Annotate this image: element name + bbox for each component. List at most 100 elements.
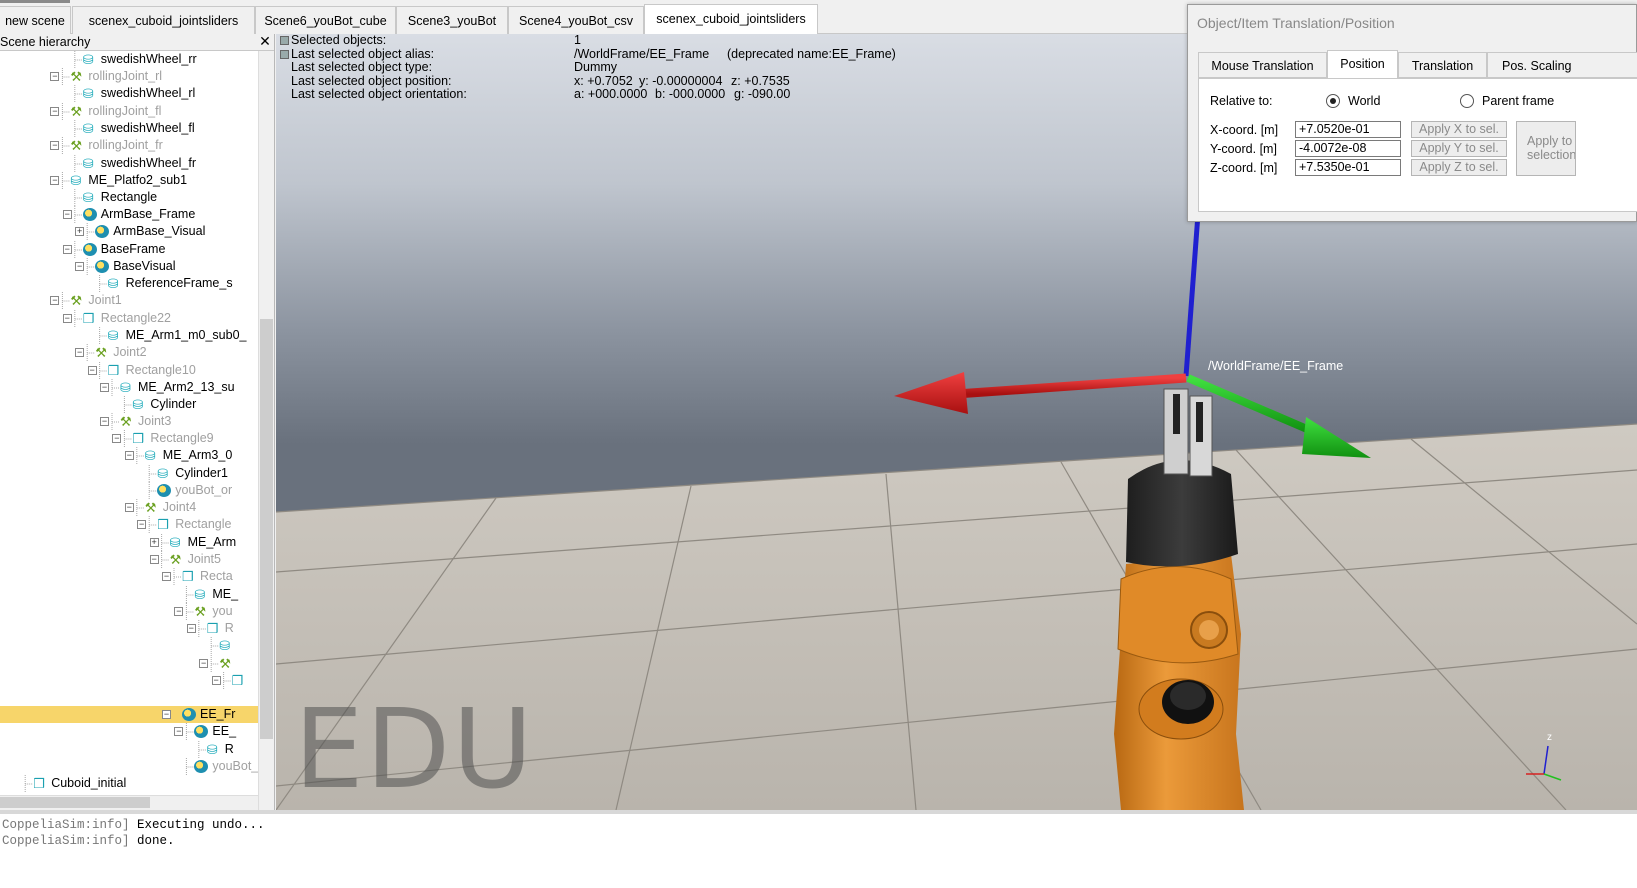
hierarchy-row[interactable]: ⛁ R [0, 741, 258, 758]
apply-to-selection-button[interactable]: Apply to selection [1516, 121, 1576, 176]
collapse-icon[interactable]: − [75, 262, 85, 271]
info-pos-z: z: +0.7535 [731, 73, 790, 88]
hierarchy-row[interactable]: − ⚒ Joint1 [0, 292, 258, 309]
radio-parent-frame[interactable] [1460, 94, 1474, 108]
apply-x-button[interactable]: Apply X to sel. [1411, 121, 1507, 138]
collapse-icon[interactable]: − [75, 348, 85, 357]
hierarchy-row[interactable]: − ⚒ rollingJoint_rl [0, 68, 258, 85]
hierarchy-row[interactable]: ❒ Cuboid_initial [0, 775, 258, 792]
apply-z-button[interactable]: Apply Z to sel. [1411, 159, 1507, 176]
tab-pos-scaling[interactable]: Pos. Scaling [1487, 52, 1637, 78]
joint-icon: ⚒ [70, 69, 83, 84]
hierarchy-row[interactable] [0, 689, 258, 706]
hierarchy-row[interactable]: − ❒ Recta [0, 568, 258, 585]
hierarchy-row[interactable]: ⛁ swedishWheel_rr [0, 51, 258, 68]
hierarchy-row[interactable]: + ⛁ ME_Arm [0, 534, 258, 551]
collapse-icon[interactable]: − [50, 296, 60, 305]
hierarchy-row[interactable]: − ❒ Rectangle [0, 516, 258, 533]
collapse-icon[interactable]: − [87, 366, 97, 375]
tab-new-scene[interactable]: new scene [0, 6, 71, 34]
hierarchy-row[interactable]: ⛁ swedishWheel_rl [0, 85, 258, 102]
collapse-icon[interactable]: − [199, 659, 209, 668]
collapse-icon[interactable]: − [62, 314, 72, 323]
hierarchy-row[interactable]: ⛁ swedishWheel_fr [0, 155, 258, 172]
hierarchy-row[interactable]: − ⚒ Joint4 [0, 499, 258, 516]
hierarchy-row[interactable]: − ⚒ [0, 655, 258, 672]
hierarchy-row[interactable]: ⛁ ME_Arm1_m0_sub0_ [0, 327, 258, 344]
collapse-icon[interactable]: − [211, 676, 221, 685]
collapse-icon[interactable]: − [137, 520, 147, 529]
hierarchy-row[interactable]: − ⚒ rollingJoint_fr [0, 137, 258, 154]
hierarchy-row[interactable]: ⛁ Rectangle [0, 189, 258, 206]
collapse-icon[interactable]: − [162, 572, 171, 581]
collapse-icon[interactable]: − [149, 555, 159, 564]
hierarchy-row[interactable]: ⛁ ME_ [0, 586, 258, 603]
collapse-icon[interactable]: − [162, 710, 171, 719]
dummy-icon [194, 760, 209, 773]
x-coord-field[interactable]: +7.0520e-01 [1295, 121, 1401, 138]
hierarchy-row[interactable]: − ⚒ Joint2 [0, 344, 258, 361]
z-coord-field[interactable]: +7.5350e-01 [1295, 159, 1401, 176]
hierarchy-horizontal-scroll-thumb[interactable] [0, 797, 150, 808]
hierarchy-row[interactable]: − ❒ Rectangle9 [0, 430, 258, 447]
collapse-icon[interactable]: − [174, 607, 184, 616]
hierarchy-row[interactable]: − ❒ Rectangle10 [0, 362, 258, 379]
collapse-icon[interactable]: − [62, 245, 72, 254]
hierarchy-row[interactable]: − ⛁ ME_Arm3_0 [0, 447, 258, 464]
tab-scene3-youbot[interactable]: Scene3_youBot [396, 6, 508, 34]
hierarchy-row-label: rollingJoint_fl [88, 104, 162, 118]
x-coord-label: X-coord. [m] [1210, 123, 1279, 137]
hierarchy-row[interactable]: ⛁ swedishWheel_fl [0, 120, 258, 137]
collapse-icon[interactable]: − [100, 383, 109, 392]
collapse-icon[interactable]: − [50, 176, 60, 185]
hierarchy-row[interactable]: − ⚒ Joint3 [0, 413, 258, 430]
hierarchy-row[interactable]: ⛁ Cylinder [0, 396, 258, 413]
hierarchy-row-label: swedishWheel_fl [100, 121, 195, 135]
close-icon[interactable]: ✕ [258, 34, 272, 50]
expand-icon[interactable]: + [75, 227, 85, 236]
hierarchy-row[interactable]: + ArmBase_Visual [0, 223, 258, 240]
hierarchy-row[interactable]: − BaseVisual [0, 258, 258, 275]
tab-scene6-youbot-cube[interactable]: Scene6_youBot_cube [255, 6, 396, 34]
tab-active-scene[interactable]: scenex_cuboid_jointsliders [644, 4, 818, 35]
collapse-icon[interactable]: − [124, 451, 134, 460]
collapse-icon[interactable]: − [174, 727, 184, 736]
hierarchy-row[interactable]: − ⛁ ME_Platfo2_sub1 [0, 172, 258, 189]
hierarchy-row[interactable]: youBot_or [0, 482, 258, 499]
collapse-icon[interactable]: − [186, 624, 196, 633]
collapse-icon[interactable]: − [100, 417, 109, 426]
hierarchy-row[interactable]: − ❒ Rectangle22 [0, 310, 258, 327]
tab-scenex-cuboid-jointsliders[interactable]: scenex_cuboid_jointsliders [72, 6, 255, 34]
tab-position[interactable]: Position [1327, 50, 1398, 79]
hierarchy-row[interactable]: ⛁ ReferenceFrame_s [0, 275, 258, 292]
collapse-icon[interactable]: − [50, 107, 60, 116]
tab-mouse-translation[interactable]: Mouse Translation [1198, 52, 1327, 78]
tab-translation[interactable]: Translation [1398, 52, 1487, 78]
y-coord-field[interactable]: -4.0072e-08 [1295, 140, 1401, 157]
collapse-icon[interactable]: − [50, 72, 60, 81]
hierarchy-row[interactable]: − ❒ [0, 672, 258, 689]
radio-world[interactable] [1326, 94, 1340, 108]
hierarchy-row[interactable]: − ArmBase_Frame [0, 206, 258, 223]
expand-icon[interactable]: + [149, 538, 159, 547]
hierarchy-row[interactable]: − EE_Fr [0, 706, 258, 723]
joint-icon: ⚒ [194, 604, 207, 619]
hierarchy-row[interactable]: ⛁ [0, 637, 258, 654]
hierarchy-row[interactable]: − ⚒ you [0, 603, 258, 620]
collapse-icon[interactable]: − [62, 210, 72, 219]
hierarchy-row[interactable]: youBot_ [0, 758, 258, 775]
hierarchy-row[interactable]: ⛁ Cylinder1 [0, 465, 258, 482]
collapse-icon[interactable]: − [124, 503, 134, 512]
hierarchy-row[interactable]: − ⚒ Joint5 [0, 551, 258, 568]
hierarchy-row[interactable]: − ❒ R [0, 620, 258, 637]
hierarchy-row[interactable]: − ⛁ ME_Arm2_13_su [0, 379, 258, 396]
hierarchy-row[interactable]: − EE_ [0, 723, 258, 740]
tab-scene4-youbot-csv[interactable]: Scene4_youBot_csv [508, 6, 644, 34]
collapse-icon[interactable]: − [112, 434, 122, 443]
hierarchy-row[interactable]: − ⚒ rollingJoint_fl [0, 103, 258, 120]
collapse-icon[interactable]: − [50, 141, 60, 150]
hierarchy-row[interactable]: − BaseFrame [0, 241, 258, 258]
hierarchy-vertical-scroll-thumb[interactable] [260, 319, 273, 739]
info-alias-value: /WorldFrame/EE_Frame [574, 46, 710, 61]
apply-y-button[interactable]: Apply Y to sel. [1411, 140, 1507, 157]
